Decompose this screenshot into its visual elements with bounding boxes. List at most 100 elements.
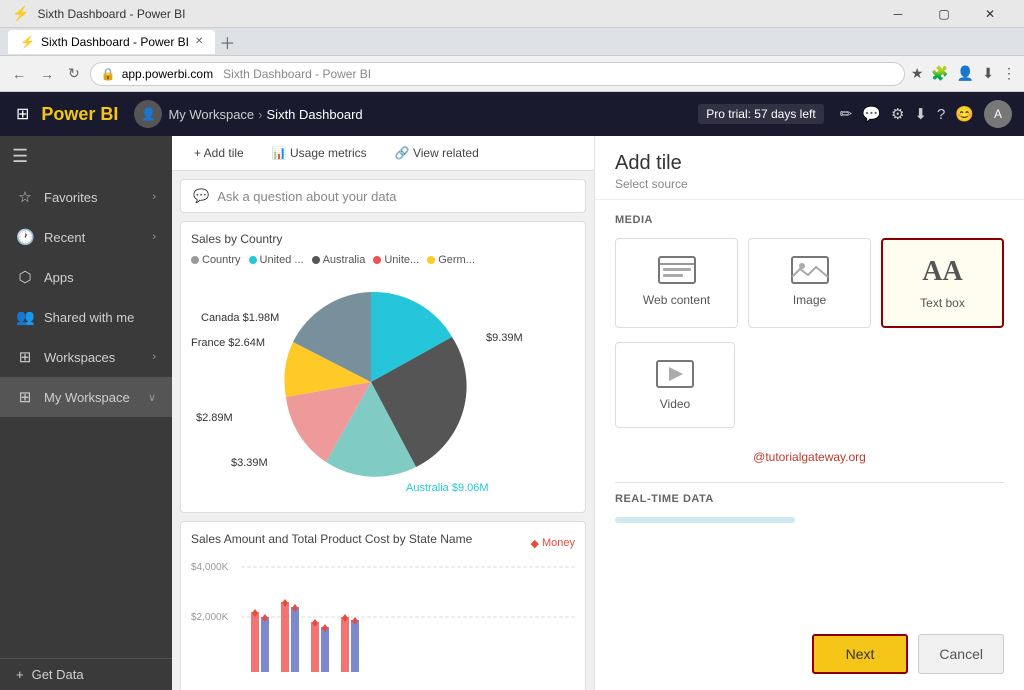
- dashboard-toolbar: + Add tile 📊 Usage metrics 🔗 View relate…: [172, 136, 594, 171]
- browser-action-buttons: ★ 🧩 👤 ⬇ ⋮: [911, 65, 1016, 82]
- topbar: ⊞ Power BI 👤 My Workspace › Sixth Dashbo…: [0, 92, 1024, 136]
- breadcrumb-separator: ›: [258, 107, 262, 122]
- legend-united: United ...: [249, 254, 304, 266]
- address-bar[interactable]: 🔒 app.powerbi.com Sixth Dashboard - Powe…: [90, 62, 905, 86]
- panel-title: Add tile: [615, 152, 1004, 175]
- tab-favicon: ⚡: [20, 35, 35, 49]
- download-icon[interactable]: ⬇: [914, 105, 927, 123]
- panel-subtitle: Select source: [615, 177, 1004, 191]
- add-tile-button[interactable]: + Add tile: [188, 142, 250, 164]
- legend-united-label: United ...: [260, 254, 304, 266]
- browser-menu-icon[interactable]: ⋮: [1002, 65, 1016, 82]
- settings-icon[interactable]: ⚙: [891, 105, 904, 123]
- media-card-image[interactable]: Image: [748, 238, 871, 328]
- label-289: $2.89M: [196, 412, 233, 424]
- dashboard-name: Sixth Dashboard: [267, 107, 363, 122]
- legend-unite-label: Unite...: [384, 254, 419, 266]
- minimize-button[interactable]: ─: [876, 0, 920, 28]
- real-time-label: REAL-TIME DATA: [615, 493, 1004, 505]
- trial-badge: Pro trial: 57 days left: [698, 104, 823, 124]
- view-related-button[interactable]: 🔗 View related: [389, 142, 485, 164]
- view-related-label: 🔗 View related: [395, 146, 479, 160]
- window-title: Sixth Dashboard - Power BI: [37, 7, 868, 21]
- app-favicon: ⚡: [12, 5, 29, 22]
- app-grid-icon[interactable]: ⊞: [12, 100, 33, 128]
- workspaces-icon: ⊞: [16, 348, 34, 366]
- pie-chart-container: Canada $1.98M France $2.64M $2.89M $3.39…: [191, 272, 575, 502]
- money-legend: ◆ Money: [531, 537, 576, 550]
- sidebar-item-workspaces[interactable]: ⊞ Workspaces ›: [0, 337, 172, 377]
- panel-divider: [615, 482, 1004, 483]
- user-avatar: 👤: [134, 100, 162, 128]
- media-card-video[interactable]: Video: [615, 342, 735, 428]
- dashboard: + Add tile 📊 Usage metrics 🔗 View relate…: [172, 136, 594, 690]
- new-tab-button[interactable]: ＋: [219, 30, 235, 54]
- media-grid: Web content Image: [615, 238, 1004, 328]
- media-card-textbox[interactable]: AA Text box: [881, 238, 1004, 328]
- forward-button[interactable]: →: [36, 64, 58, 84]
- panel-header: Add tile Select source: [595, 136, 1024, 200]
- textbox-icon: AA: [922, 256, 962, 288]
- download-icon[interactable]: ⬇: [982, 65, 994, 82]
- sidebar-item-myworkspace[interactable]: ⊞ My Workspace ∨: [0, 377, 172, 417]
- tab-close-button[interactable]: ✕: [195, 36, 203, 47]
- legend-unite: Unite...: [373, 254, 419, 266]
- myworkspace-icon: ⊞: [16, 388, 34, 406]
- breadcrumb: My Workspace › Sixth Dashboard: [168, 107, 362, 122]
- legend-australia: Australia: [312, 254, 366, 266]
- sidebar-menu-icon[interactable]: ☰: [12, 146, 28, 166]
- get-data-label: Get Data: [32, 667, 84, 682]
- back-button[interactable]: ←: [8, 64, 30, 84]
- media-section: MEDIA Web content: [595, 200, 1024, 442]
- video-icon: [655, 359, 695, 389]
- content-area: + Add tile 📊 Usage metrics 🔗 View relate…: [172, 136, 1024, 690]
- legend-germ-label: Germ...: [438, 254, 475, 266]
- browser-tabs-bar: ⚡ Sixth Dashboard - Power BI ✕ ＋: [0, 28, 1024, 56]
- myworkspace-chevron: ∨: [148, 391, 156, 404]
- textbox-label: Text box: [920, 296, 965, 310]
- main-area: ☰ ☆ Favorites › 🕐 Recent › ⬡ Apps: [0, 136, 1024, 690]
- close-button[interactable]: ✕: [968, 0, 1012, 28]
- topbar-user: 👤 My Workspace › Sixth Dashboard: [134, 100, 362, 128]
- cancel-button[interactable]: Cancel: [918, 634, 1004, 674]
- help-icon[interactable]: ?: [937, 106, 945, 123]
- workspaces-chevron: ›: [152, 351, 156, 363]
- sidebar-recent-label: Recent: [44, 230, 85, 245]
- sidebar-item-apps[interactable]: ⬡ Apps: [0, 257, 172, 297]
- tab-label: Sixth Dashboard - Power BI: [41, 35, 189, 49]
- sidebar-item-recent[interactable]: 🕐 Recent ›: [0, 217, 172, 257]
- bar-chart: $4,000K $2,000K: [191, 562, 575, 682]
- edit-icon[interactable]: ✏: [840, 105, 853, 123]
- chart2-title: Sales Amount and Total Product Cost by S…: [191, 532, 472, 546]
- next-button[interactable]: Next: [812, 634, 909, 674]
- sidebar-apps-label: Apps: [44, 270, 74, 285]
- workspace-link[interactable]: My Workspace: [168, 107, 254, 122]
- active-tab[interactable]: ⚡ Sixth Dashboard - Power BI ✕: [8, 30, 215, 54]
- y-label-2000k: $2,000K: [191, 612, 228, 623]
- usage-metrics-button[interactable]: 📊 Usage metrics: [266, 142, 373, 164]
- usage-metrics-label: 📊 Usage metrics: [272, 146, 367, 160]
- image-label: Image: [793, 293, 826, 307]
- chat-icon[interactable]: 💬: [862, 105, 881, 123]
- chart1-legend: Country United ... Australia: [191, 254, 575, 266]
- sidebar-item-shared[interactable]: 👥 Shared with me: [0, 297, 172, 337]
- sidebar-header: ☰: [0, 136, 172, 177]
- real-time-bar: [615, 517, 795, 523]
- powerbi-logo: Power BI: [41, 104, 118, 125]
- dashboard-content: 💬 Ask a question about your data Sales b…: [172, 171, 594, 690]
- maximize-button[interactable]: ▢: [922, 0, 966, 28]
- profile-icon[interactable]: 👤: [957, 65, 974, 82]
- get-data-button[interactable]: + Get Data: [16, 667, 156, 682]
- ask-question-bar[interactable]: 💬 Ask a question about your data: [180, 179, 586, 213]
- label-france: France $2.64M: [191, 337, 265, 349]
- smiley-icon[interactable]: 😊: [955, 105, 974, 123]
- extensions-icon[interactable]: 🧩: [931, 65, 948, 82]
- reload-button[interactable]: ↻: [64, 63, 84, 84]
- sidebar-item-favorites[interactable]: ☆ Favorites ›: [0, 177, 172, 217]
- legend-germ: Germ...: [427, 254, 475, 266]
- bookmark-icon[interactable]: ★: [911, 65, 924, 82]
- media-card-web[interactable]: Web content: [615, 238, 738, 328]
- page-title-url: Sixth Dashboard - Power BI: [223, 67, 371, 81]
- add-tile-panel: Add tile Select source MEDIA: [594, 136, 1024, 690]
- user-profile-button[interactable]: A: [984, 100, 1012, 128]
